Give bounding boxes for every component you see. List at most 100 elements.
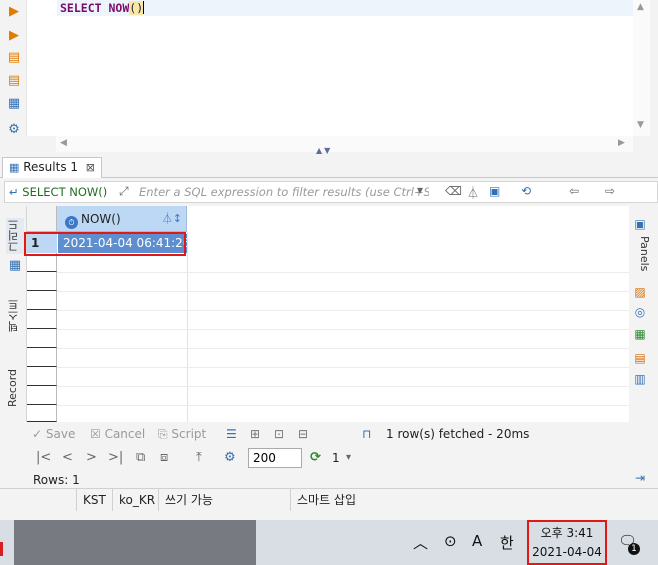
ime-latin-indicator[interactable]: A <box>472 532 482 550</box>
grid-view-tab[interactable]: 그리드 <box>6 218 24 254</box>
status-timezone: KST <box>76 489 112 511</box>
close-tab-icon[interactable]: ⊠ <box>86 158 95 177</box>
scroll-left-icon[interactable]: ◀ <box>60 138 67 148</box>
clock-time: 오후 3:41 <box>540 526 594 540</box>
scroll-down-icon[interactable]: ▼ <box>637 120 644 130</box>
grid-corner[interactable] <box>27 206 57 232</box>
empty-row-number <box>27 310 57 329</box>
taskbar-app-button[interactable] <box>14 520 256 565</box>
panels-label[interactable]: Panels <box>633 234 651 274</box>
active-query-text: SELECT NOW() <box>22 185 108 199</box>
fetch-next-icon[interactable]: ⧉ <box>136 448 145 468</box>
delete-row-icon[interactable]: ⊟ <box>298 424 308 444</box>
notification-count-badge: 1 <box>628 543 640 555</box>
active-query-label[interactable]: ↵ SELECT NOW() <box>9 184 107 200</box>
empty-row-number <box>27 329 57 348</box>
rows-count-label: Rows: 1 <box>33 473 80 487</box>
editor-vertical-scrollbar[interactable]: ▲ ▼ <box>633 0 650 136</box>
sql-function: NOW <box>108 1 130 15</box>
refresh-count: 1 <box>332 451 340 465</box>
previous-page-icon[interactable]: < <box>62 448 73 468</box>
column-separator <box>187 232 188 422</box>
explain-plan-icon[interactable]: ▦ <box>6 96 22 112</box>
record-view-tab[interactable]: Record <box>6 364 24 412</box>
export-data-icon[interactable]: ⤒ <box>196 448 202 468</box>
empty-row-number <box>27 291 57 310</box>
refresh-dropdown-icon[interactable]: ▾ <box>346 448 351 468</box>
empty-row-number <box>27 272 57 291</box>
save-button[interactable]: ✓ Save <box>32 424 75 444</box>
clear-filter-icon[interactable]: ⌫ <box>445 184 462 198</box>
filter-settings-icon[interactable]: ⟲ <box>521 184 531 198</box>
metadata-icon[interactable]: ▤ <box>632 350 648 366</box>
add-row-icon[interactable]: ⊞ <box>250 424 260 444</box>
filter-icon[interactable]: ⏃ <box>467 184 479 201</box>
show-hidden-icons-icon[interactable]: ︿ <box>413 532 428 553</box>
expand-filter-icon[interactable]: ⤢ <box>119 184 129 199</box>
navigate-back-icon[interactable]: ⇦ <box>569 184 579 198</box>
execute-script-icon[interactable]: ▤ <box>6 50 22 66</box>
table-icon: ▦ <box>9 161 20 174</box>
panels-icon[interactable]: ▣ <box>632 216 648 232</box>
grid-line <box>57 291 630 292</box>
export-icon[interactable]: ⇥ <box>632 470 648 486</box>
editor-horizontal-scrollbar[interactable]: ◀ ▶ <box>56 136 633 152</box>
text-cursor <box>143 1 145 14</box>
text-view-tab[interactable]: 텍스트 <box>6 294 24 338</box>
ime-korean-indicator[interactable]: 한 <box>500 532 514 553</box>
filter-save-icon[interactable]: ▣ <box>489 184 500 198</box>
tab-results-1[interactable]: ▦ Results 1 ⊠ <box>2 157 102 178</box>
navigate-forward-icon[interactable]: ⇨ <box>605 184 615 198</box>
column-header-label: NOW() <box>81 212 121 226</box>
panel-resize-arrows-icon[interactable]: ▲▼ <box>316 146 332 155</box>
execute-script-new-tab-icon[interactable]: ▤ <box>6 73 22 89</box>
execute-in-new-tab-icon[interactable]: ▶ <box>6 28 22 44</box>
next-page-icon[interactable]: > <box>86 448 97 468</box>
cancel-button[interactable]: ☒ Cancel <box>90 424 145 444</box>
sql-editor[interactable]: SELECT NOW() <box>26 0 634 136</box>
grid-layout-icon[interactable]: ▦ <box>632 326 648 342</box>
filter-sort-icon[interactable]: ⏃↕ <box>162 206 182 232</box>
settings-gear-icon[interactable]: ⚙ <box>6 122 22 138</box>
sql-keyword: SELECT <box>60 1 102 15</box>
column-header-now[interactable]: ⏱ NOW() ⏃↕ <box>57 206 187 232</box>
grid-line <box>57 329 630 330</box>
results-filter-bar: ↵ SELECT NOW() ⤢ ▾ ⌫ ⏃ ▣ ⟲ ⇦ ⇨ <box>4 181 658 203</box>
scroll-right-icon[interactable]: ▶ <box>618 138 625 148</box>
grid-line <box>57 310 630 311</box>
empty-row-number <box>27 386 57 405</box>
annotation-highlight-result <box>24 232 186 256</box>
refresh-icon[interactable]: ⟳ <box>310 448 321 468</box>
value-viewer-icon[interactable]: ▨ <box>632 284 648 300</box>
scroll-up-icon[interactable]: ▲ <box>637 2 644 12</box>
grid-icon[interactable]: ▦ <box>7 258 23 274</box>
script-button[interactable]: ⎘ Script <box>158 424 206 444</box>
taskbar-indicator <box>0 542 3 556</box>
execute-statement-icon[interactable]: ▶ <box>6 4 22 20</box>
taskbar-clock[interactable]: 오후 3:41 2021-04-04 <box>527 520 607 565</box>
grid-line <box>57 386 630 387</box>
status-insert: 스마트 삽입 <box>290 489 370 511</box>
empty-row-number <box>27 348 57 367</box>
page-settings-gear-icon[interactable]: ⚙ <box>224 448 236 468</box>
edit-cell-icon[interactable]: ☰ <box>226 424 237 444</box>
filter-history-dropdown-icon[interactable]: ▾ <box>417 183 423 197</box>
empty-row-number <box>27 367 57 386</box>
page-size-input[interactable] <box>248 448 302 468</box>
first-page-icon[interactable]: |< <box>36 448 51 468</box>
copy-row-icon[interactable]: ⊡ <box>274 424 284 444</box>
calculator-icon[interactable]: ◎ <box>632 304 648 320</box>
grid-line <box>57 405 630 406</box>
results-navigation-bar: |< < > >| ⧉ ⧈ ⤒ ⚙ ⟳ 1 ▾ <box>28 448 628 470</box>
empty-row-number <box>27 405 57 422</box>
app-window: ▶ ▶ ▤ ▤ ▦ ⚙ SELECT NOW() ▲ ▼ ◀ ▶ ▲▼ ▦ Re… <box>0 0 658 565</box>
tray-app-icon[interactable]: ⊙ <box>444 532 457 550</box>
last-page-icon[interactable]: >| <box>108 448 123 468</box>
grid-line <box>57 367 630 368</box>
filter-expression-input[interactable] <box>139 183 429 201</box>
sql-text-line[interactable]: SELECT NOW() <box>60 0 145 16</box>
fetch-all-icon[interactable]: ⧈ <box>160 448 168 468</box>
status-mode: 쓰기 가능 <box>158 489 290 511</box>
columns-icon[interactable]: ▥ <box>632 371 648 387</box>
side-panels-bar: ▣ Panels ▨ ◎ ▦ ▤ ▥ ⇥ <box>629 206 658 486</box>
